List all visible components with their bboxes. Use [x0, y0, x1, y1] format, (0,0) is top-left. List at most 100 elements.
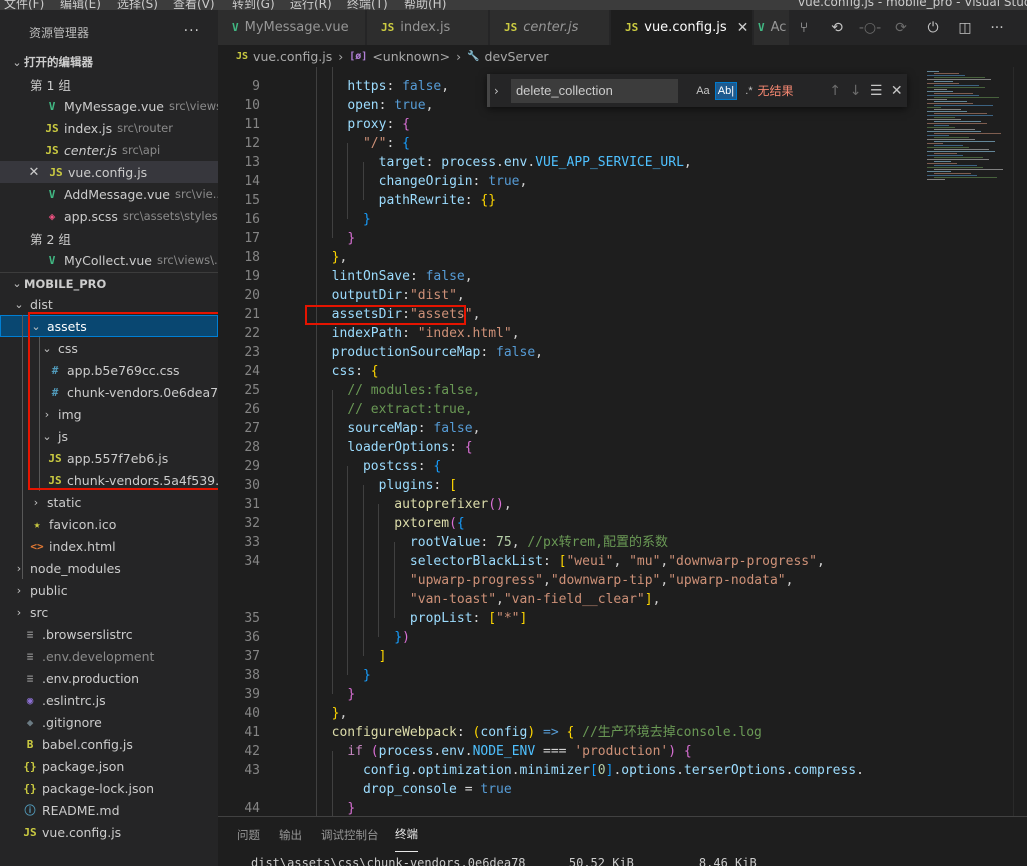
tree-folder-assets[interactable]: ⌄ assets	[0, 315, 218, 337]
close-icon[interactable]: ✕	[26, 165, 42, 180]
code-line[interactable]: 12 "/": {	[218, 134, 1027, 153]
code-line[interactable]: 26 // extract:true,	[218, 400, 1027, 419]
code-line[interactable]: 25 // modules:false,	[218, 381, 1027, 400]
tab-vue-config-js[interactable]: JS vue.config.js ✕	[611, 10, 753, 45]
arrow-up-icon[interactable]: ↑	[825, 83, 846, 99]
vertical-scrollbar[interactable]	[1013, 67, 1027, 816]
source-control-icon[interactable]: ⑂	[795, 19, 813, 37]
tree-file[interactable]: ◆ .gitignore	[0, 711, 218, 733]
code-line[interactable]: 14 changeOrigin: true,	[218, 172, 1027, 191]
tree-file[interactable]: ≡ .browserslistrc	[0, 623, 218, 645]
tab-index-js[interactable]: JS index.js	[367, 10, 489, 45]
tree-folder-js[interactable]: ⌄ js	[0, 425, 218, 447]
open-editor-item[interactable]: ◈ app.scss src\assets\styles	[0, 205, 218, 227]
code-line[interactable]: 24 css: {	[218, 362, 1027, 381]
code-line[interactable]: 43 config.optimization.minimizer[0].opti…	[218, 761, 1027, 780]
tree-file[interactable]: <> index.html	[0, 535, 218, 557]
breadcrumb-file[interactable]: vue.config.js	[253, 49, 332, 64]
code-line[interactable]: 38 }	[218, 666, 1027, 685]
code-line[interactable]: 18 },	[218, 248, 1027, 267]
code-line[interactable]: 13 target: process.env.VUE_APP_SERVICE_U…	[218, 153, 1027, 172]
menu-run[interactable]: 运行(R)	[290, 0, 332, 10]
code-line[interactable]: 27 sourceMap: false,	[218, 419, 1027, 438]
menu-help[interactable]: 帮助(H)	[404, 0, 446, 10]
code-line[interactable]: "upwarp-progress","downwarp-tip","upwarp…	[218, 571, 1027, 590]
go-back-icon[interactable]: ⟲	[828, 19, 846, 37]
code-line[interactable]: 41 configureWebpack: (config) => { //生产环…	[218, 723, 1027, 742]
open-editor-item[interactable]: V MyCollect.vue src\views\...	[0, 249, 218, 271]
tree-file[interactable]: ⓘ README.md	[0, 799, 218, 821]
menu-terminal[interactable]: 终端(T)	[347, 0, 388, 10]
tree-folder-static[interactable]: › static	[0, 491, 218, 513]
code-line[interactable]: 23 productionSourceMap: false,	[218, 343, 1027, 362]
code-line[interactable]: 32 pxtorem({	[218, 514, 1027, 533]
tree-file[interactable]: ≡ .env.development	[0, 645, 218, 667]
menu-selection[interactable]: 选择(S)	[117, 0, 158, 10]
code-line[interactable]: drop_console = true	[218, 780, 1027, 799]
open-editor-item[interactable]: V MyMessage.vue src\views\...	[0, 95, 218, 117]
tree-folder-img[interactable]: › img	[0, 403, 218, 425]
regex-toggle[interactable]: .*	[740, 82, 758, 100]
tree-file[interactable]: JS app.557f7eb6.js	[0, 447, 218, 469]
code-editor[interactable]: 9 https: false, 10 open: true, 11 proxy: {…	[218, 67, 1027, 816]
code-line[interactable]: 29 postcss: {	[218, 457, 1027, 476]
tree-file[interactable]: ◉ .eslintrc.js	[0, 689, 218, 711]
open-editor-item[interactable]: JS index.js src\router	[0, 117, 218, 139]
open-editor-item[interactable]: JS center.js src\api	[0, 139, 218, 161]
tree-file[interactable]: B babel.config.js	[0, 733, 218, 755]
tree-file[interactable]: JS vue.config.js	[0, 821, 218, 843]
code-line[interactable]: 11 proxy: {	[218, 115, 1027, 134]
arrow-down-icon[interactable]: ↓	[845, 83, 866, 99]
code-line[interactable]: 44 }	[218, 799, 1027, 816]
tab-addmessage[interactable]: V Ac	[754, 10, 790, 45]
code-line[interactable]: 31 autoprefixer(),	[218, 495, 1027, 514]
code-line[interactable]: 19 lintOnSave: false,	[218, 267, 1027, 286]
tree-file[interactable]: {} package-lock.json	[0, 777, 218, 799]
code-line[interactable]: 30 plugins: [	[218, 476, 1027, 495]
open-editors-header[interactable]: ⌄ 打开的编辑器	[0, 51, 218, 73]
code-line[interactable]: 33 rootValue: 75, //px转rem,配置的系数	[218, 533, 1027, 552]
code-line[interactable]: 17 }	[218, 229, 1027, 248]
tree-folder-dist[interactable]: ⌄ dist	[0, 293, 218, 315]
split-editor-icon[interactable]: ◫	[956, 19, 974, 37]
project-header[interactable]: ⌄ MOBILE_PRO	[0, 272, 218, 294]
open-editor-item-active[interactable]: ✕ JS vue.config.js	[0, 161, 218, 183]
code-line[interactable]: 36 })	[218, 628, 1027, 647]
go-forward-icon[interactable]: ⟳	[892, 19, 910, 37]
find-in-selection-icon[interactable]: ☰	[866, 83, 887, 99]
code-line[interactable]: 35 propList: ["*"]	[218, 609, 1027, 628]
panel-tab-terminal[interactable]: 终端	[395, 817, 418, 852]
panel-tab-problems[interactable]: 问题	[237, 817, 260, 852]
code-line[interactable]: 21 assetsDir:"assets",	[218, 305, 1027, 324]
code-line[interactable]: 22 indexPath: "index.html",	[218, 324, 1027, 343]
tree-folder-node-modules[interactable]: › node_modules	[0, 557, 218, 579]
panel-tab-output[interactable]: 输出	[279, 817, 302, 852]
tab-mymessage[interactable]: V MyMessage.vue	[218, 10, 366, 45]
go-dot-icon[interactable]: -○-	[859, 19, 881, 37]
match-case-toggle[interactable]: Aa	[694, 82, 712, 100]
run-icon[interactable]: ⏻	[924, 19, 942, 37]
tree-file[interactable]: # app.b5e769cc.css	[0, 359, 218, 381]
tab-center-js[interactable]: JS center.js	[490, 10, 610, 45]
more-icon[interactable]: ···	[988, 19, 1006, 37]
code-line[interactable]: 39 }	[218, 685, 1027, 704]
tree-file[interactable]: ★ favicon.ico	[0, 513, 218, 535]
code-line[interactable]: 16 }	[218, 210, 1027, 229]
ellipsis-icon[interactable]: ···	[184, 23, 200, 39]
code-line[interactable]: "van-toast","van-field__clear"],	[218, 590, 1027, 609]
tree-folder-public[interactable]: › public	[0, 579, 218, 601]
chevron-right-icon[interactable]: ›	[494, 84, 509, 98]
code-line[interactable]: 20 outputDir:"dist",	[218, 286, 1027, 305]
tree-file[interactable]: {} package.json	[0, 755, 218, 777]
code-line[interactable]: 28 loaderOptions: {	[218, 438, 1027, 457]
tree-folder-src[interactable]: › src	[0, 601, 218, 623]
tree-file[interactable]: ≡ .env.production	[0, 667, 218, 689]
code-line[interactable]: 40 },	[218, 704, 1027, 723]
whole-word-toggle[interactable]: Ab|	[714, 81, 737, 100]
panel-tab-debug-console[interactable]: 调试控制台	[321, 817, 379, 852]
open-editor-item[interactable]: V AddMessage.vue src\vie...	[0, 183, 218, 205]
code-line[interactable]: 15 pathRewrite: {}	[218, 191, 1027, 210]
tree-folder-css[interactable]: ⌄ css	[0, 337, 218, 359]
code-line[interactable]: 37 ]	[218, 647, 1027, 666]
menu-file[interactable]: 文件(F)	[4, 0, 44, 10]
